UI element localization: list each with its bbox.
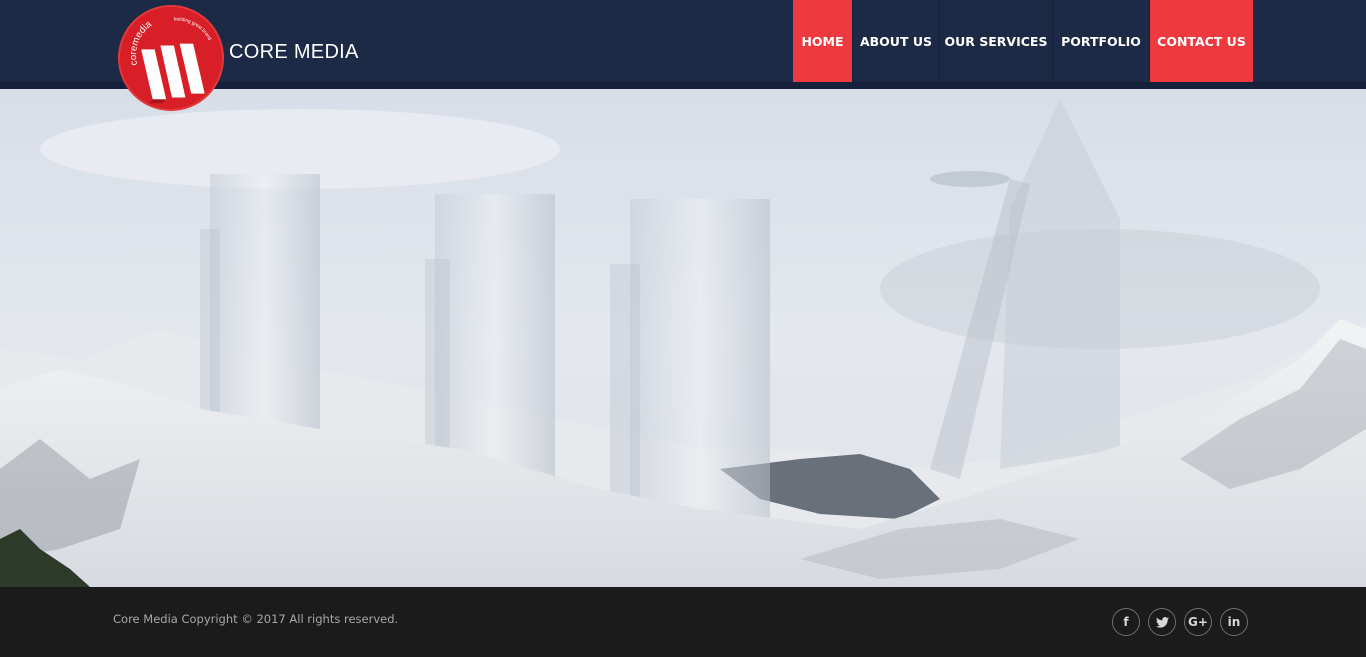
facebook-icon[interactable]: f	[1112, 608, 1140, 636]
nav-item-about-us[interactable]: ABOUT US	[853, 0, 940, 82]
nav-item-label: OUR SERVICES	[944, 33, 1048, 49]
nav-item-label: PORTFOLIO	[1061, 33, 1141, 49]
logo-emblem: coremedia building great brands	[120, 7, 222, 109]
brand-name[interactable]: CORE MEDIA	[229, 41, 359, 64]
nav-item-label: HOME	[801, 33, 844, 49]
nav-item-label: ABOUT US	[859, 33, 932, 49]
linkedin-icon[interactable]: in	[1220, 608, 1248, 636]
google-plus-icon[interactable]: G+	[1184, 608, 1212, 636]
nav-item-our-services[interactable]: OUR SERVICES	[940, 0, 1053, 82]
google-plus-glyph: G+	[1188, 615, 1208, 629]
nav-item-label: CONTACT US	[1157, 33, 1246, 49]
snowy-mountains-image	[0, 89, 1366, 587]
logo-icon[interactable]: coremedia building great brands	[118, 5, 224, 111]
copyright-text: Core Media Copyright © 2017 All rights r…	[113, 612, 399, 626]
hero-banner	[0, 89, 1366, 587]
nav-item-portfolio[interactable]: PORTFOLIO	[1053, 0, 1150, 82]
nav-item-contact-us[interactable]: CONTACT US	[1150, 0, 1253, 82]
social-links: f t G+ in	[1112, 608, 1248, 636]
twitter-icon[interactable]: t	[1148, 608, 1176, 636]
main-nav: HOME ABOUT US OUR SERVICES PORTFOLIO CON…	[793, 0, 1253, 82]
twitter-bird-icon	[1155, 616, 1169, 628]
site-footer: Core Media Copyright © 2017 All rights r…	[0, 587, 1366, 657]
facebook-glyph: f	[1123, 615, 1129, 629]
nav-item-home[interactable]: HOME	[793, 0, 853, 82]
linkedin-glyph: in	[1227, 615, 1241, 629]
